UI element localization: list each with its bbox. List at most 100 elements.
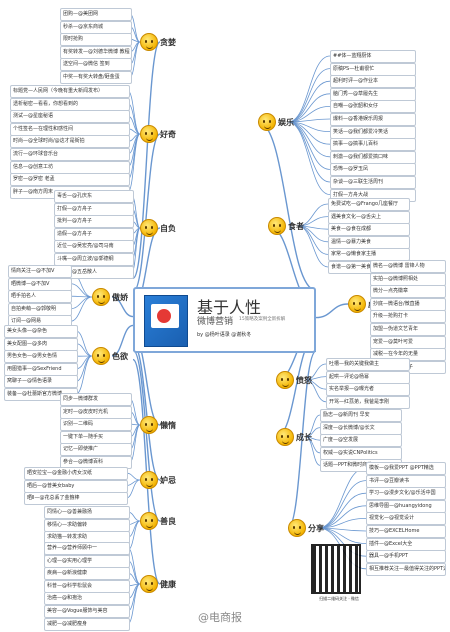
leaf-node: 器具—@手机PPT <box>366 550 446 564</box>
branch-hub-4: 色欲 <box>92 347 128 365</box>
leaf-node: 原稿PS—杜甫很忙 <box>330 62 416 76</box>
leaf-node: 窝聊子—@情色语录 <box>4 375 78 389</box>
leaf-node: 流行—@环球音乐台 <box>10 148 130 161</box>
leaf-node: 测试—@星座秘语 <box>10 110 130 124</box>
branch-label: 食者 <box>288 221 304 231</box>
qr-caption: 扫描二维码关注 · 微信 <box>319 596 359 601</box>
branch-hub-14: 分享 <box>288 519 324 537</box>
leaf-node: 遇美食文化—@舌尖上 <box>328 210 410 224</box>
leaf-node: 美食—@食在成都 <box>328 223 410 237</box>
leaf-node: 自拍卖萌—@郭敬明 <box>8 302 72 316</box>
branch-label: 妒忌 <box>160 475 176 485</box>
leaf-node: 杂谈—@三联生活周刊 <box>330 176 416 189</box>
leaf-connector <box>75 355 93 382</box>
emoji-face-icon <box>140 125 158 143</box>
leaf-node: 送空间—@微信 签到 <box>60 58 132 72</box>
leaf-node: 近位—@吴宏亮/@司马南 <box>54 240 134 254</box>
emoji-face-icon <box>140 219 158 237</box>
leaf-node: 同情心—@善兼融扬 <box>44 506 130 519</box>
leaf-node: 美容—@Vogue服饰与美容 <box>44 605 130 618</box>
emoji-face-icon <box>140 33 158 51</box>
leaf-node: 宠爱—@莫叶可爱 <box>370 335 446 349</box>
branch-label: 傲娇 <box>112 292 128 302</box>
leaf-node: 起哄—评论@杨幂 <box>326 370 410 384</box>
leaf-node: 微名—@微博 雷锋人物 <box>370 260 446 273</box>
branch-label: 愤怒 <box>296 375 312 385</box>
leaf-connector <box>69 296 93 322</box>
central-topic: 基于人性 微博营销 15策略及案例全新拆解 by @杨叶语录 @谢秋冬 <box>133 287 316 353</box>
leaf-node: 脑门秀—@草履先生 <box>330 87 416 101</box>
branch-connector <box>315 303 349 319</box>
leaf-node: 一键下单—随手买 <box>60 430 132 444</box>
leaf-node: 晒Ⅱ—@花总丢了金箍棒 <box>24 492 128 506</box>
leaf-node: 视觉化—@视觉设计 <box>366 512 446 526</box>
branch-hub-13: 成长 <box>276 428 312 446</box>
branch-label: 自负 <box>160 223 176 233</box>
leaf-node: 科普—@科学松鼠会 <box>44 579 130 593</box>
leaf-node: 个性签名—在理性和感性间 <box>10 122 130 136</box>
leaf-node: 治癌—@和孢治 <box>44 592 130 606</box>
leaf-node: 减肥—@减肥瘦身 <box>44 617 130 631</box>
leaf-connector <box>287 93 331 123</box>
leaf-node: 插件—@Excel大全 <box>366 537 446 551</box>
branch-label: 好奇 <box>160 129 176 139</box>
branch-hub-8: 健康 <box>140 575 176 593</box>
emoji-face-icon <box>268 217 286 235</box>
emoji-face-icon <box>140 416 158 434</box>
leaf-node: 情商关注—@不加V <box>8 265 72 278</box>
emoji-face-icon <box>276 371 294 389</box>
branch-hub-10: 食者 <box>268 217 304 235</box>
leaf-node: 笑话—@我们都爱冷笑话 <box>330 125 416 139</box>
leaf-node: 免费试吃—@Frango几座餐厅 <box>328 198 410 211</box>
leaf-node: 时尚—@全球时尚/@这才是街拍 <box>10 135 130 149</box>
branch-hub-1: 好奇 <box>140 125 176 143</box>
leaf-connector <box>317 480 367 529</box>
leaf-node: 广度—@空发展 <box>320 434 402 448</box>
leaf-node: 中奖—有奖大转盘/砸金蛋 <box>60 71 132 84</box>
branch-hub-9: 娱乐 <box>258 113 294 131</box>
leaf-connector <box>317 527 367 544</box>
leaf-node: 权威—@实说CNPolitics <box>320 446 402 460</box>
leaf-connector <box>75 330 93 357</box>
leaf-node: 疾病—@新浪健康 <box>44 567 130 581</box>
qr-code-image <box>311 544 361 594</box>
branch-label: 懒惰 <box>160 420 176 430</box>
leaf-node: 有奖转发—@刘德华微博 教程 <box>60 45 132 59</box>
leaf-connector <box>287 80 331 123</box>
leaf-node: 定时—@皮皮时光机 <box>60 405 132 419</box>
branch-label: 善良 <box>160 516 176 526</box>
leaf-connector <box>69 283 93 298</box>
branch-label: 健康 <box>160 579 176 589</box>
leaf-node: 实拍—@微博照相处 <box>370 272 446 286</box>
leaf-connector <box>287 121 331 145</box>
branch-hub-12: 愤怒 <box>276 371 312 389</box>
leaf-node: 秒杀—@京东商城 <box>60 20 132 34</box>
leaf-node: 信息—@创意工坊 <box>10 160 130 174</box>
leaf-node: 自嘲—@张韶和女仔 <box>330 100 416 114</box>
branch-hub-2: 自负 <box>140 219 176 237</box>
leaf-node: 开骂—红荔弟，我爸是李刚 <box>326 395 410 409</box>
emoji-face-icon <box>140 471 158 489</box>
leaf-node: 用图猎事—@SexFriend <box>4 362 78 376</box>
leaf-node: 相互推荐关注—最值得关注的PPT达人 <box>366 562 446 576</box>
book-cover-image <box>144 295 188 347</box>
emoji-face-icon <box>348 295 366 313</box>
leaf-node: 营养—@营养师顾中一 <box>44 542 130 555</box>
leaf-connector <box>75 343 93 357</box>
branch-hub-3: 傲娇 <box>92 288 128 306</box>
leaf-node: 升级—抢购打卡 <box>370 310 446 324</box>
leaf-node: 思维导图—@huangyidong <box>366 499 446 513</box>
leaf-node: 励志—@新周刊 早安 <box>320 409 402 422</box>
leaf-node: 团购—@美团网 <box>60 8 132 21</box>
center-author-line: by @杨叶语录 @谢秋冬 <box>197 332 252 338</box>
leaf-connector <box>125 472 141 481</box>
leaf-node: 标题党—人民网（今晚有重大新闻发布） <box>10 85 130 98</box>
branch-hub-5: 懒惰 <box>140 416 176 434</box>
emoji-face-icon <box>92 288 110 306</box>
leaf-node: 晒后—@普美女baby <box>24 479 128 493</box>
emoji-face-icon <box>288 519 306 537</box>
leaf-node: 晒安拉宝—@金融小虎女汉纸 <box>24 467 128 480</box>
leaf-node: 深度—@长微博/@长文 <box>320 421 402 435</box>
leaf-node: 加盟—伪道文艺青年 <box>370 323 446 336</box>
leaf-node: 书评—@豆瓣读书 <box>366 474 446 488</box>
